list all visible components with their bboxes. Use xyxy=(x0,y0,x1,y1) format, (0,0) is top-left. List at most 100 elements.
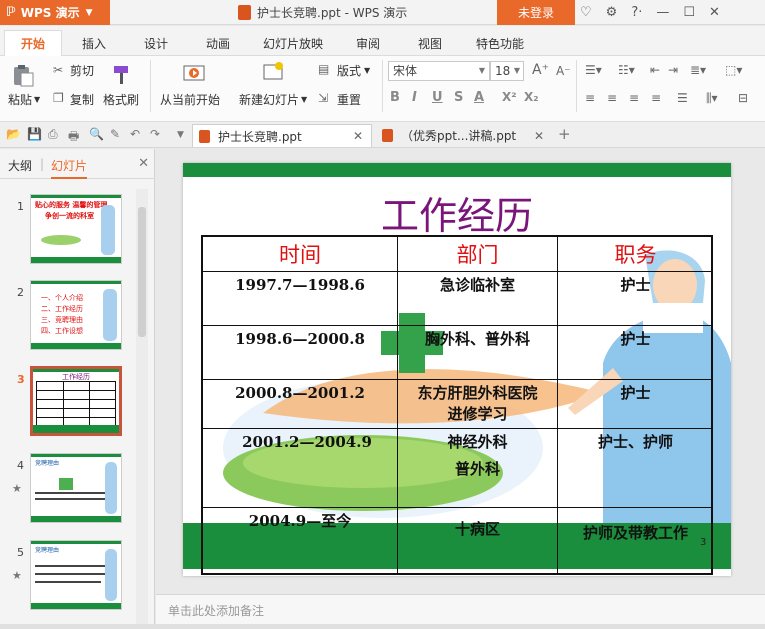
align-text-icon[interactable]: ⊟ xyxy=(738,91,748,105)
doc-tab-active[interactable]: 护士长竞聘.ppt ✕ xyxy=(192,124,372,147)
format-painter-icon[interactable] xyxy=(110,63,134,87)
font-color-button[interactable]: A xyxy=(474,90,484,105)
tab-slideshow[interactable]: 幻灯片放映 xyxy=(258,30,328,56)
scrollbar[interactable] xyxy=(136,189,148,629)
experience-table[interactable]: 时间 部门 职务 1997.7—1998.6 急诊临补室 护士 1998.6—2… xyxy=(201,235,713,575)
slide-thumbnail-2[interactable]: 一、个人介绍 二、工作经历 三、竞聘理由 四、工作设想 xyxy=(30,280,122,350)
table-cell: 1997.7—1998.6 xyxy=(235,276,365,294)
number-list-icon[interactable]: ☷▾ xyxy=(618,63,635,77)
slide-thumbnail-3[interactable]: 工作经历 xyxy=(30,366,122,436)
italic-button[interactable]: I xyxy=(412,90,417,105)
slide-thumbnail-1[interactable]: 贴心的服务 温馨的管理 争创一流的科室 xyxy=(30,194,122,264)
print-icon[interactable]: 🖶 xyxy=(68,127,79,148)
new-slide-button[interactable]: 新建幻灯片 ▼ xyxy=(239,91,307,108)
scissors-icon[interactable]: ✂ xyxy=(53,63,63,77)
layout-button[interactable]: 版式 ▼ xyxy=(337,62,370,79)
table-cell: 护师及带教工作 xyxy=(582,524,688,542)
new-slide-icon[interactable] xyxy=(261,60,285,84)
copy-icon[interactable]: ❐ xyxy=(53,91,64,105)
table-cell: 急诊临补室 xyxy=(439,276,515,294)
subscript-button[interactable]: X₂ xyxy=(524,90,539,104)
tab-slides[interactable]: 幻灯片 xyxy=(51,157,88,179)
font-size-select[interactable]: 18 ▼ xyxy=(490,61,524,81)
layout-icon[interactable]: ▤ xyxy=(318,62,329,76)
format-painter-button[interactable]: 格式刷 xyxy=(103,91,139,108)
tab-home[interactable]: 开始 xyxy=(4,30,62,56)
close-icon[interactable]: ✕ xyxy=(709,5,720,20)
undo-icon[interactable]: ↶ xyxy=(130,127,140,141)
minimize-icon[interactable]: — xyxy=(656,5,669,20)
chevron-down-icon[interactable]: ▼ xyxy=(177,130,184,140)
slide-canvas[interactable]: 工作经历 3 时间 部门 职务 1997.7—1998.6 急诊临补室 护士 1… xyxy=(183,163,731,576)
font-name-select[interactable]: 宋体 ▼ xyxy=(388,61,490,81)
paste-button[interactable]: 粘贴 ▼ xyxy=(8,91,40,108)
font-grow-icon[interactable]: A⁺ xyxy=(532,62,549,78)
strikethrough-button[interactable]: S xyxy=(454,90,463,105)
star-icon: ★ xyxy=(12,482,22,495)
bold-button[interactable]: B xyxy=(390,90,400,105)
tab-review[interactable]: 审阅 xyxy=(348,30,388,56)
slide-number: 5 xyxy=(17,546,24,559)
chevron-down-icon: ▼ xyxy=(85,7,93,18)
save-icon[interactable]: 💾 xyxy=(27,127,42,141)
spellcheck-icon[interactable]: ✎ xyxy=(110,127,120,141)
justify-icon[interactable]: ≡ xyxy=(651,91,661,105)
font-shrink-icon[interactable]: A⁻ xyxy=(556,64,571,78)
notes-field[interactable]: 单击此处添加备注 xyxy=(156,594,765,624)
doc-tab-second[interactable]: （优秀ppt...讲稿.ppt ✕ xyxy=(376,124,552,147)
indent-decrease-icon[interactable]: ⇤ xyxy=(650,63,660,77)
tab-design[interactable]: 设计 xyxy=(136,30,176,56)
reset-icon[interactable]: ⇲ xyxy=(318,91,328,105)
play-from-current-icon[interactable] xyxy=(182,62,206,86)
tab-special[interactable]: 特色功能 xyxy=(470,30,530,56)
slide-title[interactable]: 工作经历 xyxy=(183,185,731,240)
superscript-button[interactable]: X² xyxy=(502,90,517,104)
menu-bar: 开始 插入 设计 动画 幻灯片放映 审阅 视图 特色功能 xyxy=(0,26,765,56)
line-spacing-icon[interactable]: ≣▾ xyxy=(690,63,706,77)
cut-button[interactable]: 剪切 xyxy=(70,62,94,79)
align-left-icon[interactable]: ≡ xyxy=(585,91,595,105)
redo-icon[interactable]: ↷ xyxy=(150,127,160,141)
distribute-icon[interactable]: ☰ xyxy=(677,91,688,105)
indent-increase-icon[interactable]: ⇥ xyxy=(668,63,678,77)
align-center-icon[interactable]: ≡ xyxy=(607,91,617,105)
slide-thumbnail-5[interactable]: 竞聘理由 xyxy=(30,540,122,610)
close-panel-icon[interactable]: ✕ xyxy=(138,156,149,171)
text-direction-icon[interactable]: ⬚▾ xyxy=(725,63,742,77)
app-menu-button[interactable]: ℙ WPS 演示 ▼ xyxy=(0,0,110,25)
column-icon[interactable]: ⫼▾ xyxy=(706,91,718,106)
help-icon[interactable]: ?· xyxy=(631,5,642,20)
copy-button[interactable]: 复制 xyxy=(70,91,94,108)
bullet-list-icon[interactable]: ☰▾ xyxy=(585,63,602,77)
table-cell: 神经外科 xyxy=(447,433,508,451)
tab-view[interactable]: 视图 xyxy=(410,30,450,56)
align-right-icon[interactable]: ≡ xyxy=(629,91,639,105)
close-icon[interactable]: ✕ xyxy=(353,129,363,143)
star-icon: ★ xyxy=(12,569,22,582)
new-tab-icon[interactable]: + xyxy=(558,125,571,143)
chevron-down-icon: ▼ xyxy=(513,66,520,75)
slide-number: 4 xyxy=(17,459,24,472)
print-preview-icon[interactable]: 🔍 xyxy=(89,127,104,141)
table-header: 部门 xyxy=(456,243,499,267)
export-pdf-icon[interactable]: ⎙ xyxy=(48,127,58,142)
tab-animation[interactable]: 动画 xyxy=(198,30,238,56)
slide-thumbnail-4[interactable]: 竞聘理由 xyxy=(30,453,122,523)
paste-icon[interactable] xyxy=(11,63,35,87)
skin-icon[interactable]: ♡ xyxy=(580,5,592,20)
tab-insert[interactable]: 插入 xyxy=(74,30,114,56)
tab-outline[interactable]: 大纲 xyxy=(8,157,32,174)
login-button[interactable]: 未登录 xyxy=(497,0,575,25)
table-cell: 2004.9—至今 xyxy=(248,512,352,530)
table-cell: 2000.8—2001.2 xyxy=(235,384,365,402)
status-bar xyxy=(0,624,765,629)
close-icon[interactable]: ✕ xyxy=(534,129,544,143)
underline-button[interactable]: U xyxy=(432,90,443,105)
table-cell: 护士 xyxy=(620,330,651,348)
table-cell: 2001.2—2004.9 xyxy=(242,433,372,451)
settings-icon[interactable]: ⚙ xyxy=(606,5,618,20)
open-folder-icon[interactable]: 📂 xyxy=(6,127,21,141)
play-from-current-button[interactable]: 从当前开始 xyxy=(160,91,220,108)
reset-button[interactable]: 重置 xyxy=(337,91,361,108)
maximize-icon[interactable]: ☐ xyxy=(683,5,695,20)
